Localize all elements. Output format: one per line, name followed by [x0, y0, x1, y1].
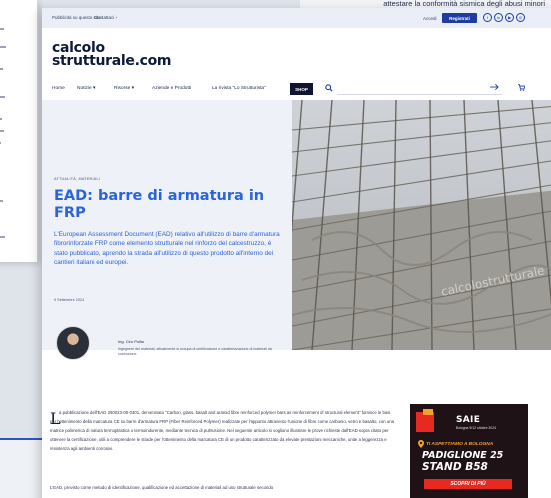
cart-icon[interactable]: [518, 84, 526, 93]
background-left-card: [0, 0, 38, 262]
article-hero-image: calcolostrutturale: [292, 100, 551, 350]
arrow-right-icon[interactable]: [490, 83, 499, 93]
nav-home[interactable]: Home: [52, 86, 65, 91]
article-paragraph: a pubblicazione dell'EAD 260023-00-0301,…: [50, 410, 395, 452]
nav-rivista[interactable]: La rivista "Lo Strutturista": [212, 86, 266, 91]
nav-notizie[interactable]: Notizie ▾: [77, 86, 95, 91]
search-icon[interactable]: [325, 84, 333, 94]
ad-line-3: STAND B58: [422, 461, 488, 473]
avatar[interactable]: [56, 326, 90, 360]
background-left-bottom: [0, 438, 42, 498]
nav-aziende-prodotti[interactable]: Aziende e Prodotti: [152, 86, 191, 91]
article-hero: ATTUALITÀ, MATERIALI EAD: barre di armat…: [42, 100, 292, 350]
logo-line-2: strutturale.com: [52, 53, 172, 69]
article-paragraph: L'EAD, previsto come metodo di identific…: [50, 485, 274, 490]
ad-line-1: TI ASPETTIAMO A BOLOGNA: [426, 442, 494, 447]
author-name[interactable]: Ing. Ciro Polito: [118, 339, 144, 344]
ad-dates: Bologna 9/12 ottobre 2024: [456, 426, 496, 430]
site-logo[interactable]: calcolo strutturale.com: [52, 41, 172, 69]
ad-cta-button[interactable]: SCOPRI DI PIÙ: [424, 479, 512, 489]
register-button[interactable]: Registrati: [442, 13, 477, 23]
rebar-cage-photo: calcolostrutturale: [292, 100, 551, 350]
saie-logo-accent: [423, 409, 433, 415]
article-date: 9 Settembre 2024: [54, 298, 85, 302]
article-category[interactable]: ATTUALITÀ, MATERIALI: [54, 177, 100, 181]
contact-link[interactable]: Contattaci ›: [94, 15, 117, 20]
search-input[interactable]: [337, 94, 502, 95]
shop-button[interactable]: SHOP: [290, 83, 313, 95]
ad-line-2: PADIGLIONE 25: [422, 450, 504, 461]
article-title: EAD: barre di armatura in FRP: [54, 188, 265, 221]
article-page: Pubblicità su questo sito › Contattaci ›…: [42, 8, 551, 498]
author-bio: Ingegnere dei materiali, attualmente si …: [118, 347, 272, 356]
facebook-icon[interactable]: f: [483, 13, 492, 22]
saie-logo-mark: [416, 412, 434, 432]
article-lead: L'European Assessment Document (EAD) rel…: [54, 231, 280, 267]
main-navigation: Home Notizie ▾ Risorse ▾ Aziende e Prodo…: [42, 80, 551, 98]
ad-brand: SAIE: [456, 415, 481, 425]
nav-risorse[interactable]: Risorse ▾: [114, 86, 134, 91]
linkedin-icon[interactable]: in: [494, 13, 503, 22]
author-block: Ing. Ciro Polito Ingegnere dei materiali…: [42, 326, 292, 400]
saie-advertisement[interactable]: SAIE Bologna 9/12 ottobre 2024 TI ASPETT…: [410, 404, 528, 498]
background-headline: attestare la conformità sismica degli ab…: [383, 0, 545, 8]
youtube-icon[interactable]: ▶: [505, 13, 514, 22]
instagram-icon[interactable]: ◎: [516, 13, 525, 22]
location-pin-icon: [418, 440, 424, 448]
login-link[interactable]: Accedi: [423, 16, 437, 21]
top-utility-bar: Pubblicità su questo sito › Contattaci ›…: [42, 8, 551, 28]
